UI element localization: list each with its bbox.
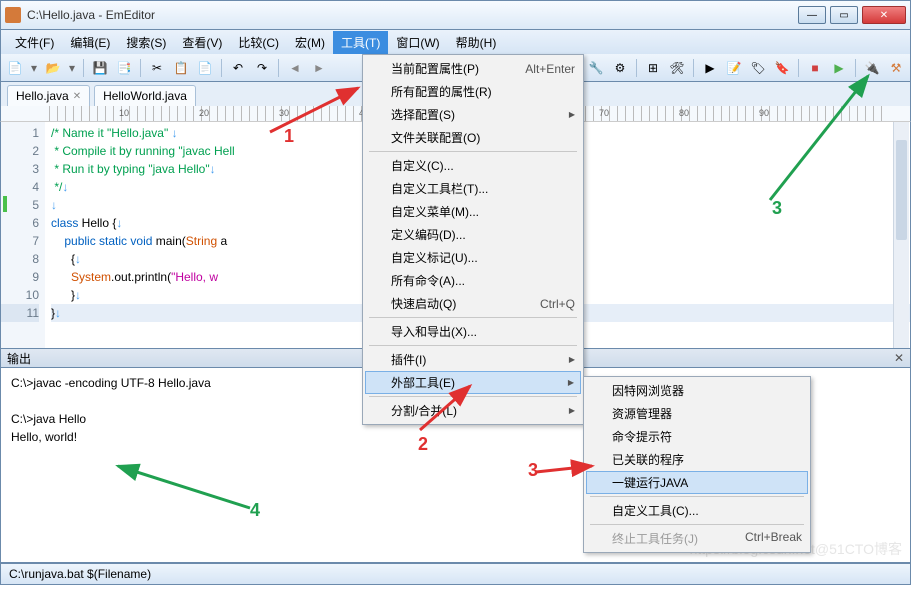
stop-icon[interactable]: ■	[805, 58, 825, 78]
copy-icon[interactable]: 📋	[171, 58, 191, 78]
menuitem[interactable]: 自定义菜单(M)...	[365, 200, 581, 223]
menuitem[interactable]: 外部工具(E)▶	[365, 371, 581, 394]
annotation-1: 1	[284, 126, 294, 147]
output-title: 输出	[7, 350, 31, 367]
status-bar: C:\runjava.bat $(Filename)	[0, 563, 911, 585]
annotation-green-3: 3	[772, 198, 782, 219]
change-marker	[3, 196, 7, 212]
menuitem[interactable]: 所有命令(A)...	[365, 269, 581, 292]
status-text: C:\runjava.bat $(Filename)	[9, 567, 151, 581]
menu-搜索[interactable]: 搜索(S)	[118, 31, 174, 54]
menuitem[interactable]: 自定义(C)...	[365, 154, 581, 177]
forward-icon[interactable]: ►	[309, 58, 329, 78]
menu-宏[interactable]: 宏(M)	[287, 31, 333, 54]
submenu-item: 终止工具任务(J)Ctrl+Break	[586, 527, 808, 550]
menuitem[interactable]: 导入和导出(X)...	[365, 320, 581, 343]
macro-record-icon[interactable]: ▶	[700, 58, 720, 78]
submenu-item[interactable]: 自定义工具(C)...	[586, 499, 808, 522]
menuitem[interactable]: 自定义标记(U)...	[365, 246, 581, 269]
menuitem[interactable]: 插件(I)▶	[365, 348, 581, 371]
undo-icon[interactable]: ↶	[228, 58, 248, 78]
gear-icon[interactable]: ⚙	[610, 58, 630, 78]
menuitem[interactable]: 快速启动(Q)Ctrl+Q	[365, 292, 581, 315]
menuitem[interactable]: 所有配置的属性(R)	[365, 80, 581, 103]
tools-menu: 当前配置属性(P)Alt+Enter所有配置的属性(R)选择配置(S)▶文件关联…	[362, 54, 584, 425]
annotation-4: 4	[250, 500, 260, 521]
tab-hello[interactable]: Hello.java ✕	[7, 85, 90, 106]
paste-icon[interactable]: 📄	[195, 58, 215, 78]
plugin-icon[interactable]: 🔌	[862, 58, 882, 78]
menuitem[interactable]: 定义编码(D)...	[365, 223, 581, 246]
maximize-button[interactable]: ▭	[830, 6, 858, 24]
submenu-item[interactable]: 已关联的程序	[586, 448, 808, 471]
new-icon[interactable]: 📄	[5, 58, 25, 78]
bookmark-icon[interactable]: 🔖	[772, 58, 792, 78]
tab-helloworld[interactable]: HelloWorld.java	[94, 85, 196, 106]
menuitem[interactable]: 分割/合并(L)▶	[365, 399, 581, 422]
annotation-2: 2	[418, 434, 428, 455]
menuitem[interactable]: 文件关联配置(O)	[365, 126, 581, 149]
submenu-item[interactable]: 因特网浏览器	[586, 379, 808, 402]
menu-编辑[interactable]: 编辑(E)	[62, 31, 118, 54]
menu-窗口[interactable]: 窗口(W)	[388, 31, 447, 54]
minimize-button[interactable]: —	[798, 6, 826, 24]
menu-工具[interactable]: 工具(T)	[333, 31, 388, 54]
app-icon	[5, 7, 21, 23]
annotation-3: 3	[528, 460, 538, 481]
close-icon[interactable]: ✕	[73, 91, 81, 102]
menu-bar: 文件(F)编辑(E)搜索(S)查看(V)比较(C)宏(M)工具(T)窗口(W)帮…	[0, 30, 911, 54]
menuitem[interactable]: 当前配置属性(P)Alt+Enter	[365, 57, 581, 80]
menu-帮助[interactable]: 帮助(H)	[448, 31, 505, 54]
back-icon[interactable]: ◄	[285, 58, 305, 78]
macro-icon[interactable]: 📝	[724, 58, 744, 78]
submenu-item[interactable]: 资源管理器	[586, 402, 808, 425]
external-tools-submenu: 因特网浏览器资源管理器命令提示符已关联的程序一键运行JAVA 自定义工具(C)..…	[583, 376, 811, 553]
save-all-icon[interactable]: 📑	[114, 58, 134, 78]
tab-label: Hello.java	[16, 89, 69, 103]
title-bar: C:\Hello.java - EmEditor — ▭ ✕	[0, 0, 911, 30]
submenu-item[interactable]: 命令提示符	[586, 425, 808, 448]
external-tool-icon[interactable]: ⚒	[886, 58, 906, 78]
marker-icon[interactable]: 🏷	[748, 58, 768, 78]
submenu-item[interactable]: 一键运行JAVA	[586, 471, 808, 494]
window-title: C:\Hello.java - EmEditor	[27, 8, 798, 22]
close-button[interactable]: ✕	[862, 6, 906, 24]
redo-icon[interactable]: ↷	[252, 58, 272, 78]
dropdown-icon[interactable]: ▾	[29, 58, 39, 78]
dropdown-icon[interactable]: ▾	[67, 58, 77, 78]
menuitem[interactable]: 选择配置(S)▶	[365, 103, 581, 126]
tool-icon[interactable]: 🔧	[586, 58, 606, 78]
window-icon[interactable]: ⊞	[643, 58, 663, 78]
menu-比较[interactable]: 比较(C)	[230, 31, 287, 54]
vertical-scrollbar[interactable]	[893, 122, 909, 348]
menu-文件[interactable]: 文件(F)	[7, 31, 62, 54]
line-gutter: 1234567891011	[1, 122, 45, 348]
tool-icon[interactable]: 🛠	[667, 58, 687, 78]
menuitem[interactable]: 自定义工具栏(T)...	[365, 177, 581, 200]
menu-查看[interactable]: 查看(V)	[174, 31, 230, 54]
open-icon[interactable]: 📂	[43, 58, 63, 78]
close-icon[interactable]: ✕	[894, 351, 904, 365]
tab-label: HelloWorld.java	[103, 89, 187, 103]
play-icon[interactable]: ▶	[829, 58, 849, 78]
cut-icon[interactable]: ✂	[147, 58, 167, 78]
save-icon[interactable]: 💾	[90, 58, 110, 78]
